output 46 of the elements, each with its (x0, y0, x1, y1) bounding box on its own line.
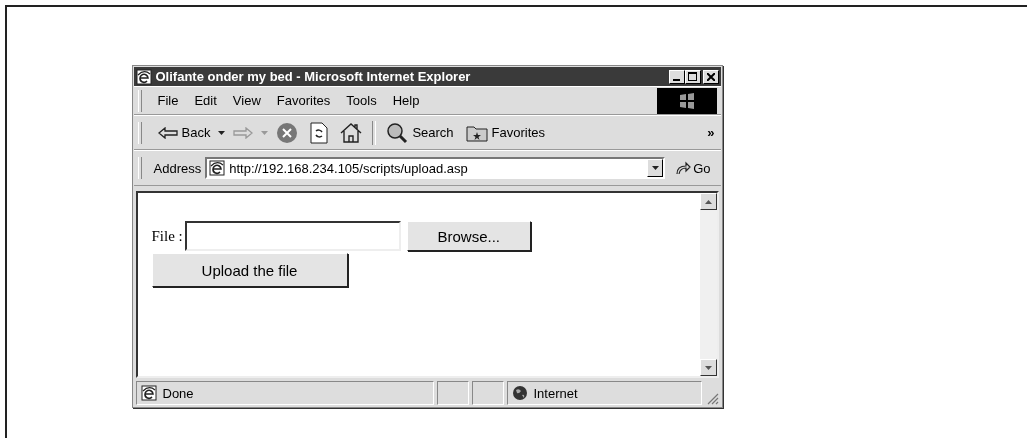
close-button[interactable] (702, 69, 719, 84)
address-field[interactable]: http://192.168.234.105/scripts/upload.asp (205, 157, 666, 179)
maximize-icon (688, 72, 697, 81)
file-input-field[interactable] (184, 221, 401, 251)
down-arrow-icon (704, 365, 712, 370)
menu-item[interactable]: Tools (338, 91, 385, 110)
back-button[interactable]: Back (153, 123, 215, 142)
menu-item[interactable]: Favorites (268, 91, 339, 110)
upload-button[interactable]: Upload the file (151, 253, 348, 287)
scroll-up-button[interactable] (699, 193, 717, 210)
favorites-button[interactable]: Favorites (461, 121, 550, 144)
dropdown-caret-icon[interactable] (651, 166, 659, 170)
search-icon (386, 121, 409, 144)
folder-star-icon (465, 123, 488, 142)
menu-item[interactable]: Help (384, 91, 428, 110)
dropdown-caret-icon[interactable] (218, 130, 226, 135)
menu-item[interactable]: View (224, 91, 269, 110)
status-pane (436, 381, 469, 405)
search-button[interactable]: Search (382, 119, 458, 146)
scroll-down-button[interactable] (699, 359, 717, 376)
menu-item[interactable]: Edit (186, 91, 225, 110)
browse-button[interactable]: Browse... (406, 221, 531, 251)
dropdown-button[interactable] (647, 159, 664, 177)
refresh-icon (310, 121, 329, 144)
page-icon (209, 160, 226, 176)
globe-icon (511, 385, 528, 401)
up-arrow-icon (704, 199, 712, 204)
forward-arrow-icon (233, 126, 254, 139)
status-pane (471, 381, 504, 405)
stop-icon (276, 121, 299, 144)
home-icon (340, 122, 363, 143)
scrollbar[interactable] (699, 193, 717, 376)
more-chevron[interactable]: » (705, 125, 717, 140)
windows-flag-icon (656, 87, 717, 114)
minimize-icon (673, 78, 680, 81)
file-label: File : (151, 227, 183, 245)
page-icon (140, 385, 157, 401)
address-label: Address (153, 160, 202, 176)
window-title: Olifante onder my bed - Microsoft Internet Explorer (155, 69, 472, 84)
zone-text: Internet (533, 385, 578, 401)
back-arrow-icon (157, 126, 178, 139)
status-text: Done (162, 385, 194, 401)
go-button[interactable]: Go (669, 160, 717, 176)
minimize-button[interactable] (668, 69, 685, 84)
menu-item[interactable]: File (149, 91, 187, 110)
close-icon (706, 72, 715, 81)
